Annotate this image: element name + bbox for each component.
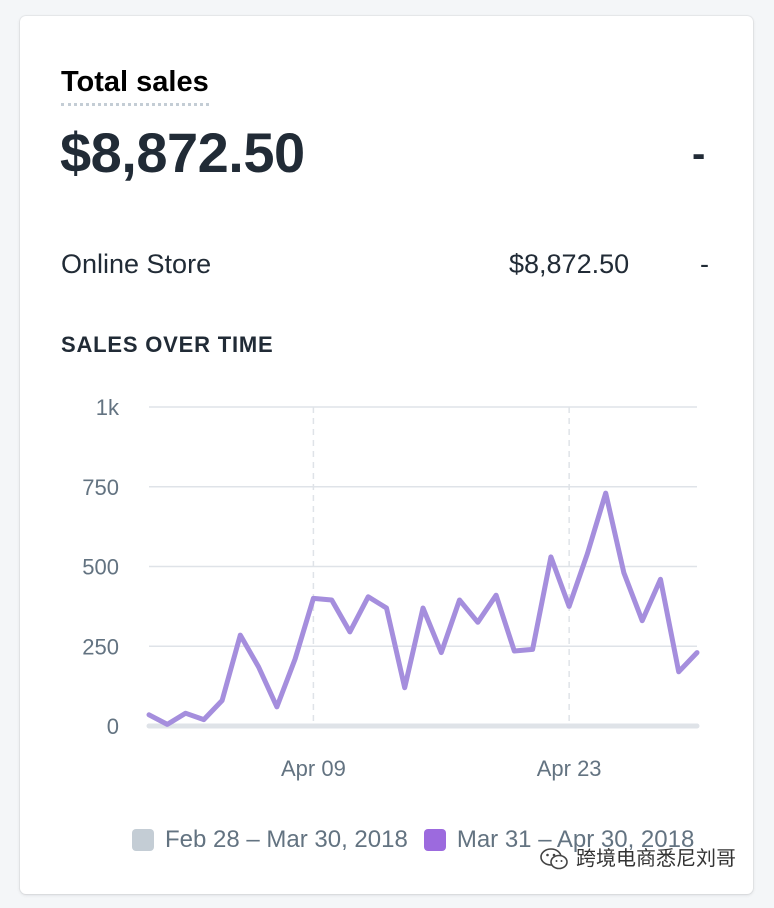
series-line-current <box>146 490 700 727</box>
total-sales-card: Total sales $8,872.50 - Online Store $8,… <box>20 16 753 894</box>
y-tick-label: 750 <box>82 475 119 500</box>
legend-swatch-previous <box>132 829 154 851</box>
y-tick-label: 1k <box>96 395 120 420</box>
watermark: 跨境电商悉尼刘哥 <box>540 846 736 872</box>
legend-swatch-current <box>423 829 446 851</box>
legend-item-previous[interactable]: Feb 28 – Mar 30, 2018 <box>132 822 408 858</box>
watermark-text: 跨境电商悉尼刘哥 <box>576 848 736 870</box>
x-tick-label: Apr 09 <box>281 756 346 781</box>
wechat-icon <box>540 848 568 870</box>
x-tick-label: Apr 23 <box>537 756 602 781</box>
y-tick-label: 500 <box>82 555 119 580</box>
y-tick-label: 250 <box>82 634 119 659</box>
sales-over-time-chart[interactable]: 0 250 500 750 1k Apr 09 Apr 23 <box>20 16 753 806</box>
y-tick-label: 0 <box>107 714 119 739</box>
legend-label-previous: Feb 28 – Mar 30, 2018 <box>165 826 408 853</box>
